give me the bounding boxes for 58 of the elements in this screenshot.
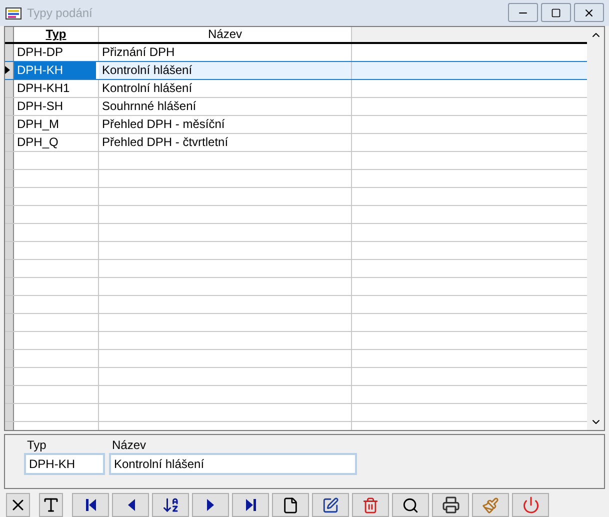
table-cell: Kontrolní hlášení xyxy=(99,62,352,79)
table-cell: Přehled DPH - měsíční xyxy=(99,116,352,133)
new-document-icon xyxy=(282,496,299,514)
delete-button[interactable] xyxy=(352,493,389,517)
table-row[interactable]: DPH_M Přehled DPH - měsíční xyxy=(5,116,587,134)
power-icon xyxy=(522,496,540,514)
close-icon xyxy=(583,6,595,19)
new-button[interactable] xyxy=(272,493,309,517)
field-label: Typ xyxy=(26,438,48,454)
close-button[interactable] xyxy=(574,3,604,22)
print-button[interactable] xyxy=(432,493,469,517)
next-button[interactable] xyxy=(192,493,229,517)
row-selector[interactable] xyxy=(5,44,14,61)
table-row[interactable]: DPH-KH Kontrolní hlášení xyxy=(5,62,587,80)
edit-button[interactable] xyxy=(312,493,349,517)
table-cell: DPH-KH1 xyxy=(14,80,99,97)
previous-arrow-icon xyxy=(126,498,136,512)
app-icon xyxy=(5,4,23,21)
table-cell: DPH-SH xyxy=(14,98,99,115)
text-field[interactable]: DPH-KH xyxy=(24,453,105,476)
printer-icon xyxy=(442,496,460,514)
next-arrow-icon xyxy=(206,498,216,512)
last-button[interactable] xyxy=(232,493,269,517)
first-record-icon xyxy=(84,498,98,512)
table-cell: Přehled DPH - čtvrtletní xyxy=(99,134,352,151)
cancel-button[interactable] xyxy=(6,493,30,517)
edit-icon xyxy=(322,496,339,514)
table-row[interactable]: DPH-SH Souhrnné hlášení xyxy=(5,98,587,116)
row-pointer-icon xyxy=(5,66,10,74)
column-header[interactable]: Název xyxy=(99,26,352,42)
font-icon xyxy=(42,496,60,514)
table-row[interactable]: DPH-DP Přiznání DPH xyxy=(5,44,587,62)
table-cell: DPH_M xyxy=(14,116,99,133)
row-selector[interactable] xyxy=(5,62,14,79)
brush-icon xyxy=(482,496,499,514)
prev-button[interactable] xyxy=(112,493,149,517)
table-cell: DPH_Q xyxy=(14,134,99,151)
table-row[interactable]: DPH_Q Přehled DPH - čtvrtletní xyxy=(5,134,587,152)
sort-button[interactable] xyxy=(152,493,189,517)
table-cell: DPH-KH xyxy=(14,62,99,79)
delete-icon xyxy=(362,496,379,514)
table-row[interactable]: DPH-KH1 Kontrolní hlášení xyxy=(5,80,587,98)
font-button[interactable] xyxy=(39,493,63,517)
maximize-button[interactable] xyxy=(541,3,571,22)
table-cell: Kontrolní hlášení xyxy=(99,80,352,97)
row-selector-header xyxy=(5,26,14,42)
last-record-icon xyxy=(244,498,258,512)
sort-icon xyxy=(162,496,180,514)
exit-button[interactable] xyxy=(512,493,549,517)
window-title: Typy podání xyxy=(27,4,92,22)
find-button[interactable] xyxy=(392,493,429,517)
table-cell: Souhrnné hlášení xyxy=(99,98,352,115)
maximize-icon xyxy=(551,8,561,18)
text-field[interactable]: Kontrolní hlášení xyxy=(109,453,357,476)
field-label: Název xyxy=(111,438,148,454)
column-header[interactable]: Typ xyxy=(14,26,99,42)
search-icon xyxy=(402,496,419,514)
first-button[interactable] xyxy=(72,493,109,517)
